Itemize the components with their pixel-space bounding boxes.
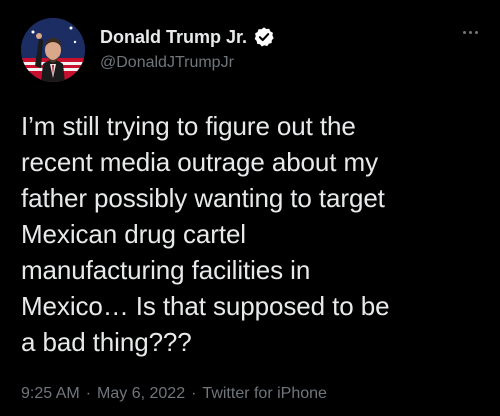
meta-separator: ·	[85, 385, 92, 402]
more-dot	[468, 30, 472, 34]
verified-badge-icon	[253, 26, 275, 48]
author-name-row: Donald Trump Jr.	[100, 24, 275, 50]
meta-separator: ·	[191, 385, 197, 402]
tweet-text: I’m still trying to figure out the recen…	[21, 111, 390, 357]
tweet-time[interactable]: 9:25 AM	[21, 385, 80, 403]
tweet-metadata: 9:25 AM · May 6, 2022 · Twitter for iPho…	[21, 385, 327, 403]
tweet-date[interactable]: May 6, 2022	[97, 385, 185, 403]
avatar-image	[21, 18, 85, 82]
more-dot	[462, 30, 466, 34]
tweet-source[interactable]: Twitter for iPhone	[202, 385, 327, 403]
more-options-icon[interactable]	[456, 22, 484, 42]
author-handle[interactable]: @DonaldJTrumpJr	[100, 54, 234, 72]
tweet-card: Donald Trump Jr. @DonaldJTrumpJr I’m sti…	[0, 0, 500, 416]
more-dot	[474, 30, 478, 34]
avatar[interactable]	[21, 18, 85, 82]
display-name[interactable]: Donald Trump Jr.	[100, 27, 247, 48]
